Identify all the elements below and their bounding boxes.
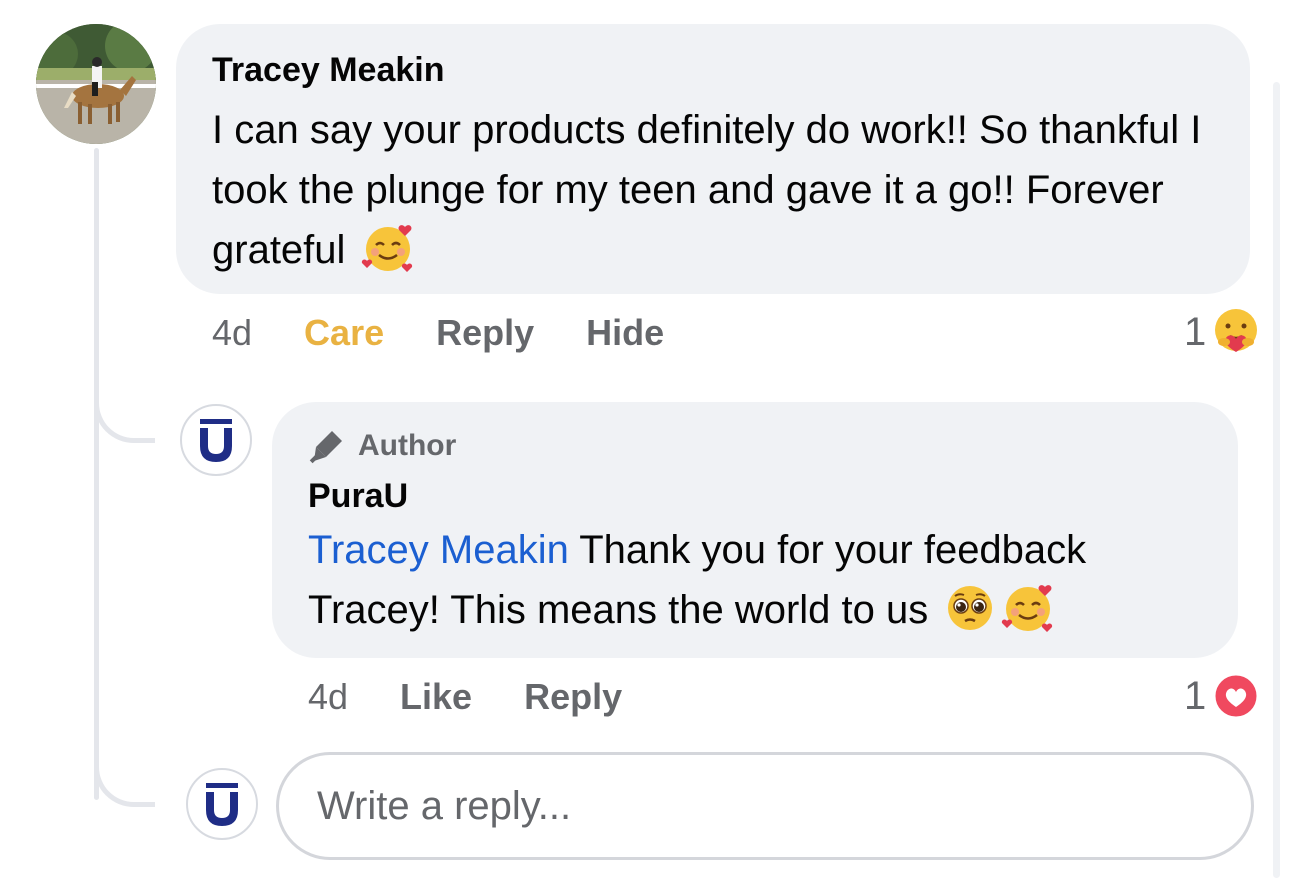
- care-reaction-button[interactable]: Care: [304, 312, 384, 354]
- care-reaction-icon: [1215, 309, 1258, 352]
- purau-logo-icon: [206, 783, 238, 826]
- commenter-avatar[interactable]: [36, 24, 156, 144]
- reply-input[interactable]: [315, 782, 1219, 830]
- horse-rider-photo: [36, 24, 156, 144]
- author-badge-label: Author: [358, 429, 457, 462]
- smiling-face-with-hearts-icon: [361, 225, 412, 273]
- like-button[interactable]: Like: [400, 676, 472, 718]
- comment-actions: 4d Care Reply Hide: [212, 310, 716, 356]
- mention-link[interactable]: Tracey Meakin: [308, 528, 569, 572]
- reaction-count: 1: [1184, 673, 1207, 718]
- page-avatar[interactable]: [180, 404, 252, 476]
- reply-author[interactable]: PuraU: [308, 476, 1202, 516]
- purau-logo-icon: [200, 419, 232, 462]
- microphone-icon: [309, 431, 342, 464]
- scrollbar[interactable]: [1273, 82, 1280, 878]
- comment-bubble: Tracey Meakin I can say your products de…: [176, 24, 1250, 294]
- comment-reaction-summary[interactable]: 1: [1184, 306, 1262, 358]
- reply-composer[interactable]: [276, 752, 1254, 860]
- reply-bubble: Author PuraU Tracey Meakin Thank you for…: [272, 402, 1238, 658]
- hide-button[interactable]: Hide: [586, 312, 664, 354]
- comment-timestamp[interactable]: 4d: [212, 312, 252, 354]
- author-badge: Author: [308, 426, 1202, 466]
- reply-actions: 4d Like Reply: [308, 674, 674, 720]
- reply-reaction-summary[interactable]: 1: [1184, 670, 1262, 722]
- comment-text: I can say your products definitely do wo…: [212, 100, 1224, 280]
- thread-line: [94, 148, 99, 800]
- reply-text: Tracey Meakin Thank you for your feedbac…: [308, 520, 1212, 640]
- smiling-face-with-hearts-icon: [1002, 585, 1053, 633]
- thread-branch-reply: [94, 398, 155, 443]
- thread-branch-composer: [94, 762, 155, 807]
- reply-button[interactable]: Reply: [436, 312, 534, 354]
- reply-timestamp[interactable]: 4d: [308, 676, 348, 718]
- pleading-face-icon: [948, 586, 993, 631]
- comment-author[interactable]: Tracey Meakin: [212, 50, 1214, 90]
- love-reaction-icon: [1212, 672, 1260, 720]
- reply-button[interactable]: Reply: [524, 676, 622, 718]
- composer-avatar[interactable]: [186, 768, 258, 840]
- reaction-count: 1: [1184, 309, 1207, 354]
